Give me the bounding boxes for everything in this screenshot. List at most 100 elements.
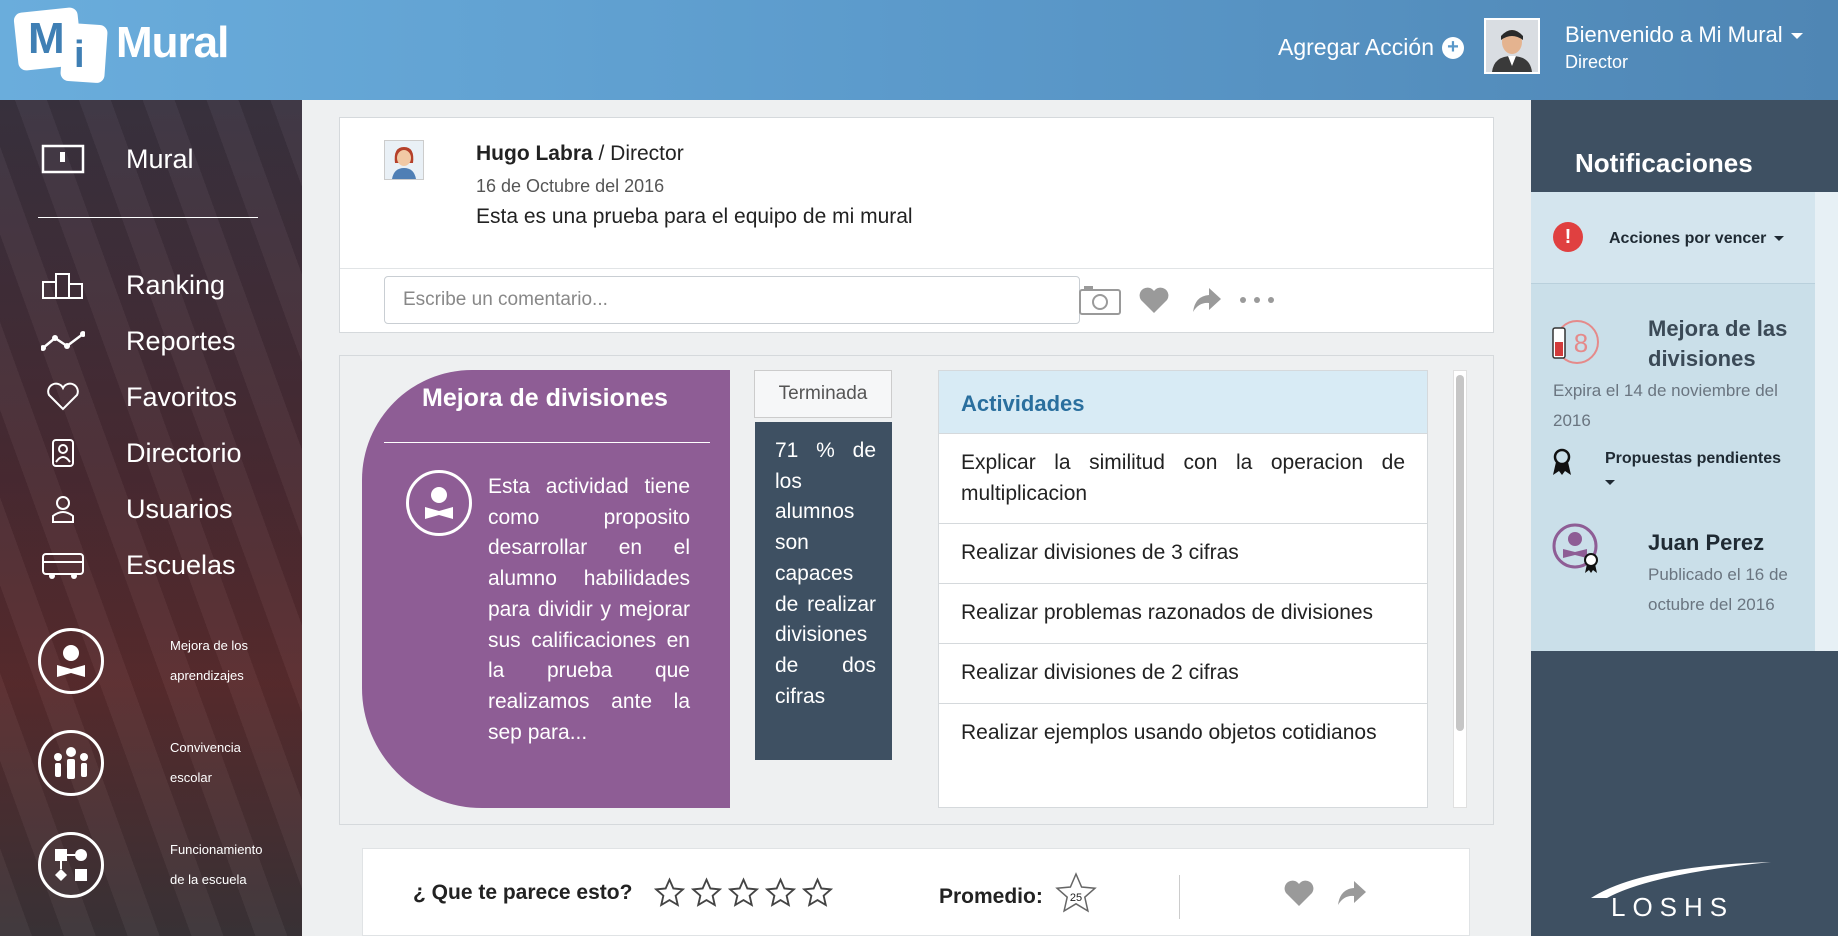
- logo-letter-i: i: [74, 34, 85, 76]
- feed-post: Hugo Labra / Director 16 de Octubre del …: [339, 117, 1494, 333]
- category-line1: Mejora de los: [170, 638, 249, 653]
- category-convivencia[interactable]: Convivencia escolar: [38, 730, 241, 796]
- result-stat: 71 % de los alumnos son capaces de reali…: [755, 422, 892, 760]
- pending-proposals-label: Propuestas pendientes: [1605, 450, 1782, 467]
- like-button[interactable]: [1130, 280, 1178, 320]
- welcome-text: Bienvenido a Mi Mural: [1565, 22, 1783, 47]
- heart-icon: [1284, 880, 1314, 906]
- comment-input[interactable]: [384, 276, 1080, 324]
- sidebar-item-favoritos[interactable]: Favoritos: [38, 380, 237, 414]
- sidebar-item-usuarios[interactable]: Usuarios: [38, 492, 233, 526]
- sidebar-item-label: Escuelas: [126, 549, 236, 580]
- camera-icon: [1079, 286, 1121, 315]
- user-menu[interactable]: Bienvenido a Mi Mural Director: [1565, 22, 1803, 73]
- award-ribbon-icon: [1553, 448, 1571, 475]
- sidebar-item-ranking[interactable]: Ranking: [38, 268, 225, 302]
- board-icon: [38, 142, 88, 176]
- activity-item[interactable]: Realizar divisiones de 3 cifras: [939, 523, 1427, 584]
- activity-item[interactable]: Realizar problemas razonados de division…: [939, 583, 1427, 643]
- user-role: Director: [1565, 52, 1629, 72]
- scrollbar-thumb[interactable]: [1456, 375, 1464, 731]
- more-options-button[interactable]: [1233, 280, 1281, 320]
- star-icon: [690, 877, 723, 907]
- notification-title-line1: Mejora de las: [1648, 316, 1788, 341]
- star-icon: [727, 877, 760, 907]
- notifications-scrollbar[interactable]: [1815, 192, 1838, 651]
- author-name[interactable]: Hugo Labra: [476, 142, 593, 165]
- sidebar-item-reportes[interactable]: Reportes: [38, 324, 236, 358]
- user-icon: [38, 492, 88, 526]
- share-button[interactable]: [1328, 873, 1376, 913]
- average-star-icon: 25: [1055, 872, 1097, 913]
- ellipsis-icon: [1240, 297, 1274, 303]
- notifications-title: Notificaciones: [1575, 148, 1753, 178]
- chevron-down-icon: [1605, 480, 1615, 485]
- chevron-down-icon: [1774, 236, 1785, 242]
- notification-expiry: Expira el 14 de noviembre del 2016: [1553, 381, 1778, 430]
- activities-scrollbar[interactable]: [1453, 370, 1467, 808]
- sidebar-item-label: Reportes: [126, 325, 236, 356]
- action-card: Mejora de divisiones Esta actividad tien…: [339, 355, 1494, 825]
- activities-header: Actividades: [939, 371, 1427, 433]
- divider: [1179, 875, 1180, 919]
- activities-list: Actividades Explicar la similitud con la…: [938, 370, 1428, 808]
- bus-icon: [38, 548, 88, 582]
- category-mejora-aprendizajes[interactable]: Mejora de los aprendizajes: [38, 628, 248, 694]
- group-icon: [38, 730, 104, 796]
- sidebar-item-label: Favoritos: [126, 381, 238, 412]
- top-header: M i Mural Agregar Acción + Bienvenido a …: [0, 0, 1838, 100]
- podium-icon: [38, 268, 88, 302]
- action-description: Esta actividad tiene como proposito desa…: [488, 475, 690, 744]
- brand-logo: LOSHS: [1581, 860, 1801, 922]
- notification-user-name[interactable]: Juan Perez: [1648, 530, 1764, 556]
- heart-icon: [1139, 287, 1169, 313]
- sidebar-item-escuelas[interactable]: Escuelas: [38, 548, 236, 582]
- contact-card-icon: [38, 436, 88, 470]
- share-button[interactable]: [1183, 280, 1231, 320]
- category-funcionamiento[interactable]: Funcionamiento de la escuela: [38, 832, 263, 898]
- share-arrow-icon: [1338, 881, 1366, 905]
- sidebar-item-label: Ranking: [126, 269, 226, 300]
- user-avatar[interactable]: [1484, 18, 1540, 74]
- category-line1: Convivencia: [170, 740, 241, 755]
- average-value: 25: [1070, 892, 1082, 904]
- notifications-panel: Notificaciones ! Acciones por vencer 8 M…: [1531, 100, 1838, 936]
- sidebar-item-directorio[interactable]: Directorio: [38, 436, 242, 470]
- student-avatar-icon: [1552, 523, 1598, 573]
- activity-item[interactable]: Explicar la similitud con la operacion d…: [939, 433, 1427, 524]
- logo-word: Mural: [116, 18, 229, 67]
- alert-icon: !: [1553, 222, 1583, 252]
- camera-button[interactable]: [1076, 280, 1124, 320]
- post-author: Hugo Labra / Director: [476, 142, 684, 166]
- notification-title-line2: divisiones: [1648, 346, 1756, 371]
- notification-filter[interactable]: ! Acciones por vencer: [1531, 192, 1815, 284]
- add-action-button[interactable]: Agregar Acción +: [1278, 34, 1464, 61]
- app-logo[interactable]: M i Mural: [13, 6, 256, 86]
- plus-circle-icon: +: [1441, 36, 1464, 59]
- author-avatar[interactable]: [384, 140, 424, 180]
- category-line2: escolar: [170, 770, 212, 785]
- sidebar-item-mural[interactable]: Mural: [38, 142, 194, 176]
- star-icon: [801, 877, 834, 907]
- activity-item[interactable]: Realizar ejemplos usando objetos cotidia…: [939, 702, 1427, 763]
- brand-text: LOSHS: [1611, 892, 1735, 922]
- average-label: Promedio:: [939, 885, 1043, 908]
- student-reading-icon: [38, 628, 104, 694]
- sidebar: Mural Ranking Reportes Favoritos Directo…: [0, 100, 302, 936]
- action-summary-panel[interactable]: Mejora de divisiones Esta actividad tien…: [362, 370, 730, 808]
- chevron-down-icon: [1790, 33, 1803, 40]
- logo-letter-m: M: [28, 14, 65, 63]
- filter-label: Acciones por vencer: [1609, 230, 1767, 247]
- author-role: / Director: [592, 142, 684, 165]
- action-title: Mejora de divisiones: [422, 384, 668, 412]
- category-line1: Funcionamiento: [170, 842, 263, 857]
- like-button[interactable]: [1275, 873, 1323, 913]
- notification-title[interactable]: Mejora de las divisiones: [1648, 314, 1787, 374]
- star-rating[interactable]: [653, 877, 834, 909]
- student-reading-icon: [406, 470, 472, 536]
- progress-ring-icon: 8: [1552, 320, 1599, 364]
- category-line2: de la escuela: [170, 872, 247, 887]
- category-line2: aprendizajes: [170, 668, 244, 683]
- pending-proposals-dropdown[interactable]: Propuestas pendientes: [1605, 444, 1781, 485]
- activity-item[interactable]: Realizar divisiones de 2 cifras: [939, 642, 1427, 703]
